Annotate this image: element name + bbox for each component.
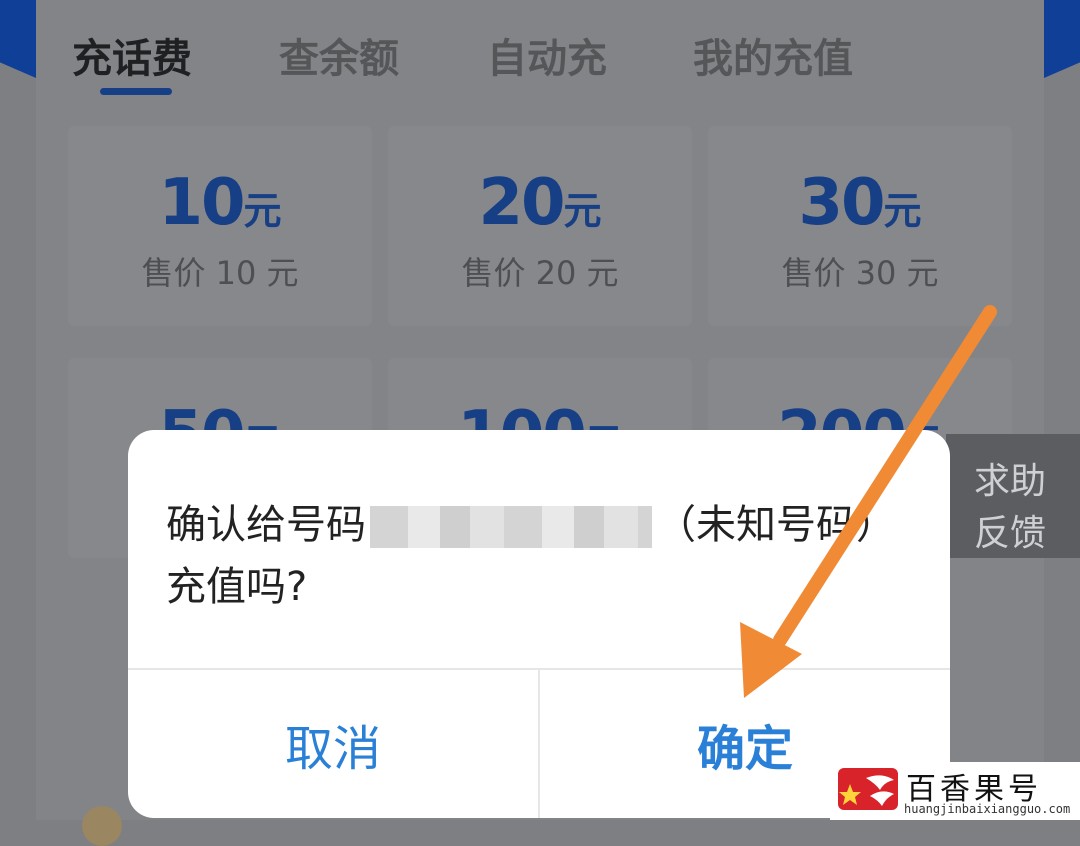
amount-label: 10元 (68, 166, 372, 240)
amount-option-30[interactable]: 30元 售价 30 元 (708, 126, 1012, 326)
amount-option-10[interactable]: 10元 售价 10 元 (68, 126, 372, 326)
header-decoration-right (1044, 0, 1080, 78)
help-label: 求助 (974, 461, 1047, 502)
amount-label: 30元 (708, 166, 1012, 240)
amount-value: 30 (798, 166, 885, 240)
confirm-dialog: 确认给号码 （未知号码）充值吗? 取消 确定 (128, 430, 950, 818)
tab-my-recharges[interactable]: 我的充值 (693, 26, 853, 84)
price-label: 售价 10 元 (141, 254, 299, 292)
amount-value: 10 (158, 166, 245, 240)
tab-auto-recharge[interactable]: 自动充 (487, 26, 607, 84)
cancel-button[interactable]: 取消 (128, 670, 538, 818)
amount-value: 20 (478, 166, 565, 240)
price-label: 售价 20 元 (461, 254, 619, 292)
feedback-label: 反馈 (974, 513, 1047, 554)
dialog-message-prefix: 确认给号码 (166, 502, 366, 548)
tab-recharge[interactable]: 充话费 (72, 26, 192, 84)
redacted-phone-number (370, 506, 652, 548)
watermark-url: huangjinbaixiangguo.com (904, 802, 1071, 816)
site-watermark: 百香果号 huangjinbaixiangguo.com (830, 762, 1080, 820)
avatar (82, 806, 122, 846)
dialog-message: 确认给号码 （未知号码）充值吗? (166, 494, 906, 618)
amount-unit: 元 (883, 189, 922, 233)
header-decoration-left (0, 0, 36, 78)
active-tab-indicator (100, 88, 172, 95)
amount-unit: 元 (243, 189, 282, 233)
price-label: 售价 30 元 (781, 254, 939, 292)
amount-option-20[interactable]: 20元 售价 20 元 (388, 126, 692, 326)
amount-unit: 元 (563, 189, 602, 233)
help-feedback-button[interactable]: 求助 反馈 (946, 434, 1080, 558)
tab-check-balance[interactable]: 查余额 (279, 26, 399, 84)
amount-label: 20元 (388, 166, 692, 240)
watermark-logo-icon (838, 768, 898, 810)
